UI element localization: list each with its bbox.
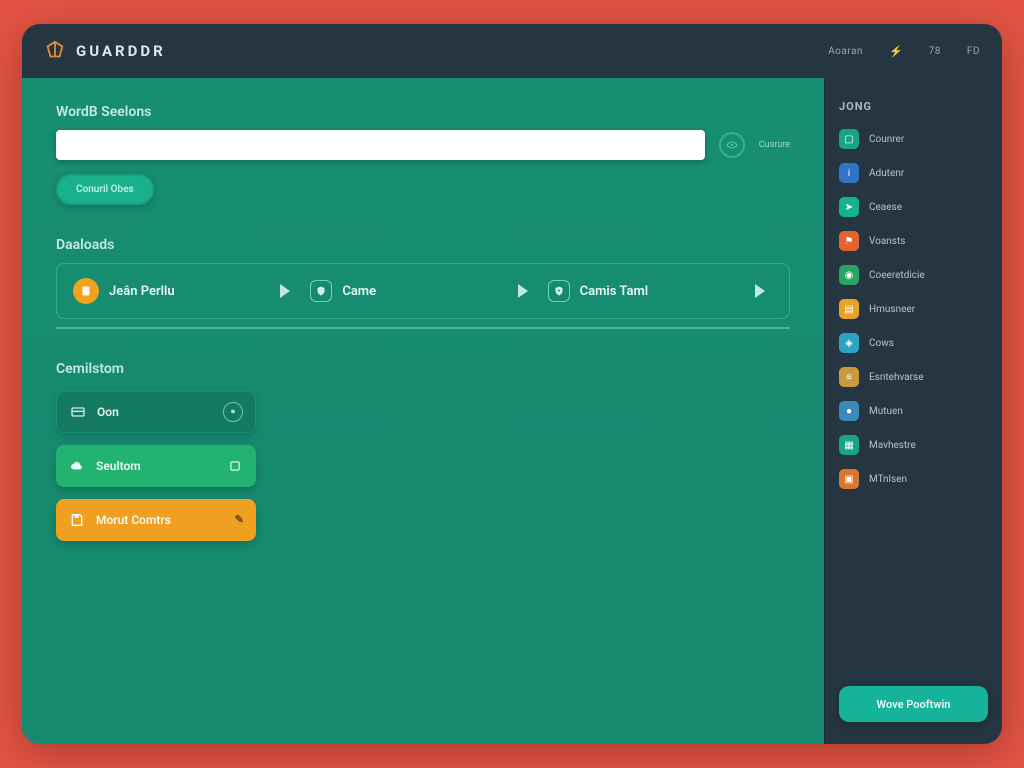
main-area: WordB Seelons Cusrure Conuril Obes Daalo… (22, 78, 824, 744)
search-action-button[interactable]: Conuril Obes (56, 174, 154, 205)
sidebar-label: Hmusneer (869, 304, 915, 315)
sidebar-item-counrer[interactable]: ▢ Counrer (839, 129, 988, 149)
tile-label: Seultom (96, 459, 141, 473)
tile-label: Morut Comtrs (96, 513, 171, 527)
download-label-2: Came (342, 284, 376, 299)
file-icon: ▤ (839, 299, 859, 319)
folder-icon: ▣ (839, 469, 859, 489)
dot-icon: ● (839, 401, 859, 421)
search-row: Cusrure (56, 130, 790, 160)
sidebar-label: Coeeretdicie (869, 270, 925, 281)
sidebar-item-cows[interactable]: ◈ Cows (839, 333, 988, 353)
sidebar-item-ceaese[interactable]: ➤ Ceaese (839, 197, 988, 217)
tile-seultom[interactable]: Seultom (56, 445, 256, 487)
sidebar-item-voansts[interactable]: ⚑ Voansts (839, 231, 988, 251)
search-section: WordB Seelons Cusrure Conuril Obes (56, 104, 790, 205)
arrow-icon: ➤ (839, 197, 859, 217)
download-card-1[interactable]: Jeân Perllu (67, 270, 266, 312)
circle-icon: ◉ (839, 265, 859, 285)
play-icon[interactable] (280, 284, 290, 298)
file-icon (73, 278, 99, 304)
download-card-3[interactable]: Camis Taml (542, 272, 741, 310)
tile-oon[interactable]: Oon ● (56, 391, 256, 433)
save-icon (68, 511, 86, 529)
header-link-1[interactable]: Aoaran (828, 46, 863, 57)
drop-icon: ◈ (839, 333, 859, 353)
download-label-3: Camis Taml (580, 284, 649, 299)
status-badge-icon: ● (223, 402, 243, 422)
cloud-icon (68, 457, 86, 475)
header-link-2[interactable]: 78 (929, 46, 941, 57)
sidebar-label: MTnlsen (869, 474, 907, 485)
square-icon (226, 457, 244, 475)
sidebar-cta-button[interactable]: Wove Pooftwin (839, 686, 988, 722)
tile-label: Oon (97, 405, 119, 419)
edit-icon: ✎ (235, 513, 244, 526)
sidebar-label: Counrer (869, 134, 904, 145)
search-hint: Cusrure (759, 140, 790, 150)
sidebar-item-mutuen[interactable]: ● Mutuen (839, 401, 988, 421)
download-card-2[interactable]: Came (304, 272, 503, 310)
sidebar-item-coeeretdicie[interactable]: ◉ Coeeretdicie (839, 265, 988, 285)
divider (56, 327, 790, 329)
sidebar-label: Esntehvarse (869, 372, 924, 383)
downloads-row: Jeân Perllu Came Camis Tam (56, 263, 790, 319)
sidebar-list: ▢ Counrer i Adutenr ➤ Ceaese ⚑ Voansts ◉ (839, 129, 988, 674)
sidebar-label: Cows (869, 338, 894, 349)
sidebar-label: Mavhestre (869, 440, 916, 451)
app-window: GUARDDR Aoaran ⚡ 78 FD WordB Seelons Cus… (22, 24, 1002, 744)
cemilstom-title: Cemilstom (56, 361, 790, 377)
body: WordB Seelons Cusrure Conuril Obes Daalo… (22, 78, 1002, 744)
sidebar-label: Adutenr (869, 168, 904, 179)
sidebar-item-mavhestre[interactable]: ▦ Mavhestre (839, 435, 988, 455)
visibility-toggle-icon[interactable] (719, 132, 745, 158)
sidebar-label: Voansts (869, 236, 905, 247)
brand-logo-icon (44, 40, 66, 62)
card-icon (69, 403, 87, 421)
downloads-title: Daaloads (56, 237, 790, 253)
sidebar-item-adutenr[interactable]: i Adutenr (839, 163, 988, 183)
brand-text: GUARDDR (76, 42, 166, 60)
sidebar-label: Ceaese (869, 202, 902, 213)
topbar: GUARDDR Aoaran ⚡ 78 FD (22, 24, 1002, 78)
downloads-section: Daaloads Jeân Perllu Came (56, 237, 790, 329)
header-link-3[interactable]: FD (967, 46, 980, 57)
cemilstom-section: Cemilstom Oon ● (56, 361, 790, 541)
bolt-icon: ⚡ (889, 45, 903, 58)
brand: GUARDDR (44, 40, 166, 62)
tile-morut[interactable]: Morut Comtrs ✎ (56, 499, 256, 541)
play-icon[interactable] (518, 284, 528, 298)
play-icon[interactable] (755, 284, 765, 298)
info-icon: i (839, 163, 859, 183)
sidebar-title: JONG (839, 100, 988, 113)
search-input[interactable] (56, 130, 705, 160)
sidebar-label: Mutuen (869, 406, 903, 417)
flag-icon: ⚑ (839, 231, 859, 251)
shield-check-icon (548, 280, 570, 302)
download-label-1: Jeân Perllu (109, 284, 175, 299)
sidebar: JONG ▢ Counrer i Adutenr ➤ Ceaese ⚑ Voan… (824, 78, 1002, 744)
monitor-icon: ▢ (839, 129, 859, 149)
grid-icon: ▦ (839, 435, 859, 455)
shield-icon (310, 280, 332, 302)
sidebar-item-hmusneer[interactable]: ▤ Hmusneer (839, 299, 988, 319)
stack-icon: ≡ (839, 367, 859, 387)
sidebar-item-esntehvarse[interactable]: ≡ Esntehvarse (839, 367, 988, 387)
header-links: Aoaran ⚡ 78 FD (828, 45, 980, 58)
cemilstom-tiles: Oon ● Seultom (56, 391, 256, 541)
search-title: WordB Seelons (56, 104, 790, 120)
sidebar-item-mtnlsen[interactable]: ▣ MTnlsen (839, 469, 988, 489)
